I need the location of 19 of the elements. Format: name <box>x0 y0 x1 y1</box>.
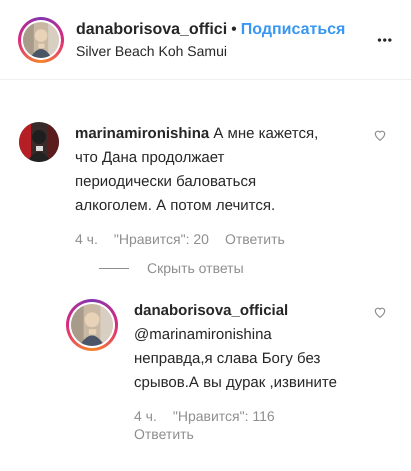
hide-replies-link[interactable]: Скрыть ответы <box>147 258 244 279</box>
more-options-button[interactable]: ••• <box>377 30 393 48</box>
separator-dot: • <box>231 20 237 40</box>
comment-time: 4 ч. <box>134 407 157 425</box>
comment-text: danaborisova_official @marinamironishina неправда,я слава Богу без срывов.А вы дурак ,извините <box>134 301 338 393</box>
avatar[interactable] <box>19 122 59 162</box>
likes-count[interactable]: "Нравится": 116 <box>172 407 275 425</box>
username-link[interactable]: danaborisova_offici <box>76 20 228 40</box>
reply-link[interactable]: Ответить <box>224 230 285 248</box>
comment-time: 4 ч. <box>75 230 98 248</box>
reply-link[interactable]: Ответить <box>134 425 194 443</box>
heart-icon[interactable] <box>373 128 387 142</box>
comment-text: marinamironishina А мне кажется, что Дана продолжает периодически баловаться алкоголем. А потом лечится. <box>75 124 320 216</box>
heart-icon[interactable] <box>373 305 387 319</box>
likes-count[interactable]: "Нравится": 20 <box>114 230 209 248</box>
follow-button[interactable]: Подписаться <box>240 20 346 40</box>
avatar-story-ring[interactable] <box>66 299 118 351</box>
location-link[interactable]: Silver Beach Koh Samui <box>76 42 366 60</box>
avatar-story-ring[interactable] <box>18 16 64 62</box>
